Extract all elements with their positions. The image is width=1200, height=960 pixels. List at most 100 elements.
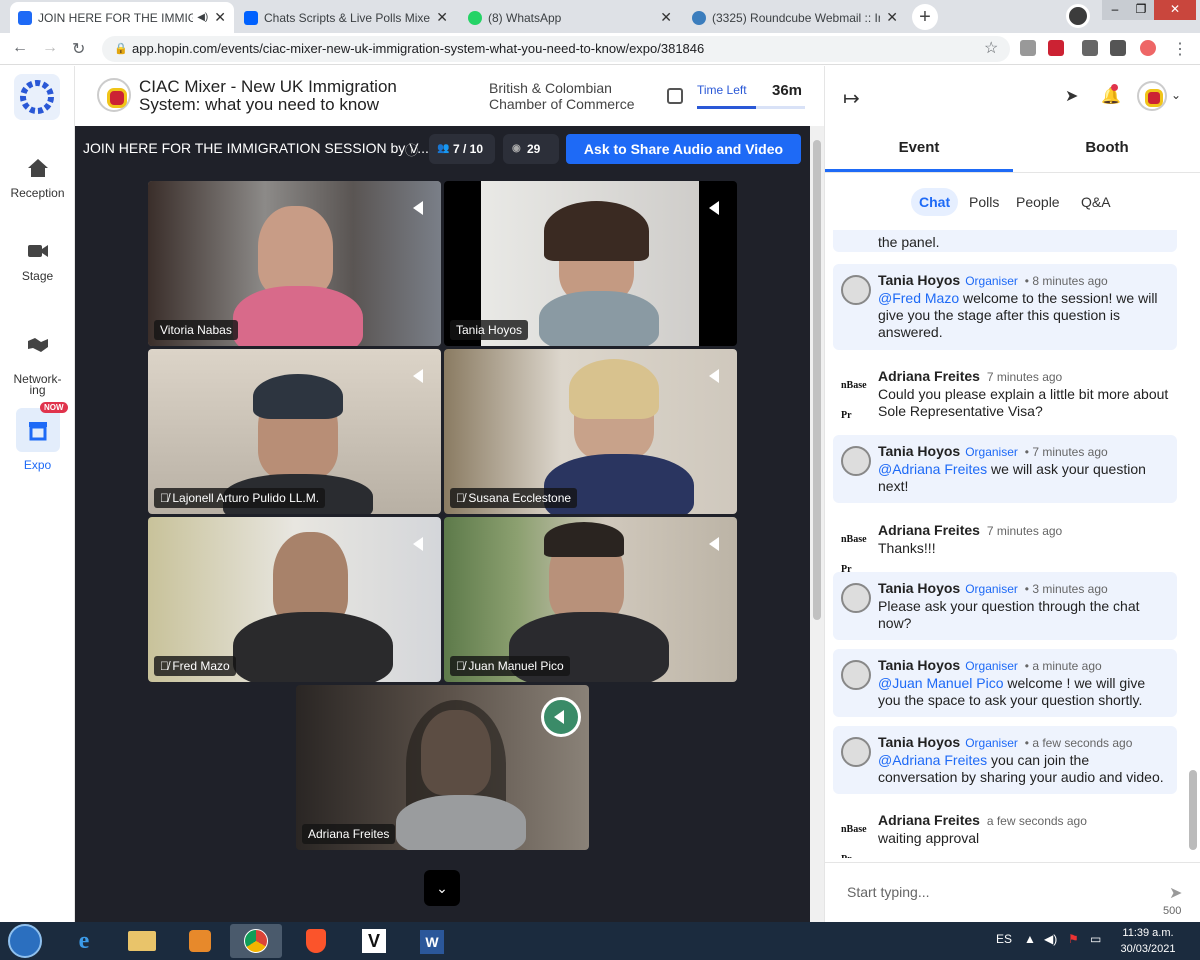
event-logo xyxy=(97,78,131,112)
browser-tab-hopin[interactable]: JOIN HERE FOR THE IMMIGR ◀) ✕ xyxy=(10,2,234,33)
internet-explorer-icon[interactable]: e xyxy=(58,924,110,958)
mention-link[interactable]: @Juan Manuel Pico xyxy=(878,675,1004,691)
session-title: JOIN HERE FOR THE IMMIGRATION SESSION by… xyxy=(83,140,429,156)
message-sender: Adriana Freites xyxy=(878,812,980,828)
window-close-button[interactable]: ✕ xyxy=(1154,0,1196,20)
time-left-value: 36m xyxy=(772,82,803,99)
browser-tab-roundcube[interactable]: (3325) Roundcube Webmail :: Inb ✕ xyxy=(684,2,906,33)
browser-profile-icon[interactable] xyxy=(1066,4,1090,28)
message-body: @Fred Mazo welcome to the session! we wi… xyxy=(878,290,1158,340)
video-tile[interactable]: Adriana Freites xyxy=(296,685,589,850)
tab-event[interactable]: Event xyxy=(825,136,1013,172)
close-icon[interactable]: ✕ xyxy=(214,9,226,26)
minimize-button[interactable]: – xyxy=(1102,0,1128,20)
chat-message: Tania Hoyos Organiser • 3 minutes ago Ple… xyxy=(833,572,1177,640)
nav-networking[interactable]: Network- ing xyxy=(0,324,75,396)
ask-share-audio-video-button[interactable]: Ask to Share Audio and Video xyxy=(566,134,801,164)
browser-tab-dropbox[interactable]: Chats Scripts & Live Polls Mixer F ✕ xyxy=(236,2,456,33)
stage-scrollbar[interactable] xyxy=(810,126,824,922)
participant-name: Adriana Freites xyxy=(302,824,396,844)
back-arrow-icon[interactable]: ← xyxy=(12,39,28,57)
volume-icon[interactable]: ◀) xyxy=(1044,932,1057,946)
message-body: the panel. xyxy=(878,234,940,250)
brave-icon[interactable] xyxy=(290,924,342,958)
mention-link[interactable]: @Adriana Freites xyxy=(878,752,987,768)
video-tile[interactable]: Tania Hoyos xyxy=(444,181,737,346)
speaker-icon xyxy=(413,201,423,215)
chrome-icon[interactable] xyxy=(230,924,282,958)
media-player-icon[interactable] xyxy=(174,924,226,958)
close-icon[interactable]: ✕ xyxy=(436,9,448,26)
word-icon[interactable]: W xyxy=(406,924,458,958)
message-time: • a minute ago xyxy=(1024,659,1102,673)
tab-title: (8) WhatsApp xyxy=(488,10,562,25)
start-button[interactable] xyxy=(8,924,42,958)
mention-link[interactable]: @Fred Mazo xyxy=(878,290,959,306)
active-speaker-icon xyxy=(541,697,581,737)
chat-message: nBase Pr Adriana Freites 7 minutes ago C… xyxy=(833,360,1177,424)
hopin-logo[interactable] xyxy=(14,74,60,120)
reload-icon[interactable]: ↻ xyxy=(72,39,85,59)
close-icon[interactable]: ✕ xyxy=(886,9,898,26)
tab-booth[interactable]: Booth xyxy=(1013,136,1200,172)
chevron-down-icon[interactable]: ⌄ xyxy=(1171,88,1181,102)
chat-input[interactable]: Start typing... xyxy=(847,884,929,900)
nav-label: Network- ing xyxy=(13,372,62,397)
subtab-chat[interactable]: Chat xyxy=(911,188,959,216)
menu-kebab-icon[interactable]: ⋮ xyxy=(1172,39,1188,59)
language-indicator[interactable]: ES xyxy=(996,932,1012,946)
viewers-value: 29 xyxy=(527,142,541,156)
notifications-bell-icon[interactable]: 🔔 xyxy=(1101,84,1121,106)
participant-name: 🎙̸ Susana Ecclestone xyxy=(450,488,578,508)
video-tile[interactable]: 🎙̸ Lajonell Arturo Pulido LL.M. xyxy=(148,349,441,514)
subtab-people[interactable]: People xyxy=(1008,188,1068,216)
vivaldi-icon[interactable]: V xyxy=(348,924,400,958)
session-stage: JOIN HERE FOR THE IMMIGRATION SESSION by… xyxy=(75,126,810,922)
nav-expo[interactable]: NOW Expo xyxy=(0,402,75,472)
clock-time: 11:39 a.m. xyxy=(1122,927,1174,939)
video-tile[interactable]: 🎙̸ Juan Manuel Pico xyxy=(444,517,737,682)
participant-name: 🎙̸ Fred Mazo xyxy=(154,656,236,676)
maximize-button[interactable]: ❐ xyxy=(1128,0,1154,20)
bookmark-star-icon[interactable]: ☆ xyxy=(984,38,998,58)
browser-tab-whatsapp[interactable]: (8) WhatsApp ✕ xyxy=(460,2,680,33)
extension-icon[interactable] xyxy=(1020,40,1036,56)
info-icon[interactable]: ⓘ xyxy=(405,140,418,159)
puzzle-extensions-icon[interactable] xyxy=(1082,40,1098,56)
media-control-icon[interactable] xyxy=(1110,40,1126,56)
send-icon[interactable]: ➤ xyxy=(1169,883,1182,903)
chat-scrollbar[interactable] xyxy=(1187,230,1199,860)
user-avatar[interactable] xyxy=(1137,81,1167,111)
nav-stage[interactable]: Stage xyxy=(0,241,75,283)
mention-link[interactable]: @Adriana Freites xyxy=(878,461,987,477)
calendar-icon[interactable] xyxy=(667,88,683,104)
system-clock[interactable]: 11:39 a.m. 30/03/2021 xyxy=(1118,925,1178,957)
subtab-qa[interactable]: Q&A xyxy=(1073,188,1119,216)
forward-arrow-icon[interactable]: → xyxy=(42,39,58,57)
subtab-polls[interactable]: Polls xyxy=(961,188,1007,216)
network-icon[interactable]: ▭ xyxy=(1090,932,1101,946)
chat-message: Tania Hoyos Organiser • a minute ago @Jua… xyxy=(833,649,1177,717)
tab-audio-icon[interactable]: ◀) xyxy=(197,12,208,23)
nav-reception[interactable]: Reception xyxy=(0,158,75,200)
collapse-panel-icon[interactable]: ↦ xyxy=(843,86,860,111)
url-field[interactable]: 🔒 app.hopin.com/events/ciac-mixer-new-uk… xyxy=(102,36,1010,62)
profile-avatar-icon[interactable] xyxy=(1140,40,1156,56)
close-icon[interactable]: ✕ xyxy=(660,9,672,26)
speaker-icon xyxy=(413,369,423,383)
participant-name: Vitoria Nabas xyxy=(154,320,238,340)
file-explorer-icon[interactable] xyxy=(116,924,168,958)
chevron-down-icon[interactable]: ⌄ xyxy=(424,870,460,906)
pocket-extension-icon[interactable] xyxy=(1048,40,1064,56)
action-center-flag-icon[interactable]: ⚑ xyxy=(1068,932,1079,946)
tray-expand-icon[interactable]: ▲ xyxy=(1024,932,1036,946)
new-tab-button[interactable]: + xyxy=(912,4,938,30)
message-body: @Adriana Freites you can join the conver… xyxy=(878,752,1164,785)
send-message-icon[interactable]: ➤ xyxy=(1065,86,1078,106)
url-text: app.hopin.com/events/ciac-mixer-new-uk-i… xyxy=(132,41,705,56)
video-tile[interactable]: 🎙̸ Susana Ecclestone xyxy=(444,349,737,514)
tab-title: Chats Scripts & Live Polls Mixer F xyxy=(264,10,431,25)
dropbox-favicon-icon xyxy=(244,10,258,25)
video-tile[interactable]: 🎙̸ Fred Mazo xyxy=(148,517,441,682)
video-tile[interactable]: Vitoria Nabas xyxy=(148,181,441,346)
